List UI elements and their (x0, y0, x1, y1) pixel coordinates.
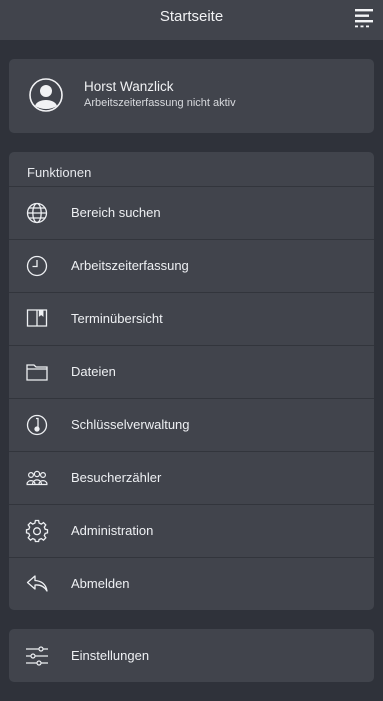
menu-item-dateien[interactable]: Dateien (9, 345, 374, 398)
user-avatar-icon (29, 78, 63, 112)
menu-item-label: Besucherzähler (71, 470, 162, 485)
menu-item-bereich-suchen[interactable]: Bereich suchen (9, 186, 374, 239)
clock-icon (25, 254, 49, 278)
tracking-status: Arbeitszeiterfassung nicht aktiv (84, 97, 236, 109)
folder-icon (25, 360, 49, 384)
menu-item-arbeitszeiterfassung[interactable]: Arbeitszeiterfassung (9, 239, 374, 292)
gear-icon (25, 519, 49, 543)
user-name: Horst Wanzlick (84, 79, 174, 94)
menu-item-administration[interactable]: Administration (9, 504, 374, 557)
menu-item-terminuebersicht[interactable]: Terminübersicht (9, 292, 374, 345)
menu-item-label: Administration (71, 523, 154, 538)
reply-arrow-icon (25, 572, 49, 596)
menu-item-label: Schlüsselverwaltung (71, 417, 190, 432)
sliders-icon (25, 644, 49, 668)
functions-header: Funktionen (27, 165, 92, 180)
profile-card[interactable]: Horst Wanzlick Arbeitszeiterfassung nich… (9, 59, 374, 133)
menu-item-label: Dateien (71, 364, 116, 379)
menu-item-label: Terminübersicht (71, 311, 163, 326)
menu-item-besucherzaehler[interactable]: Besucherzähler (9, 451, 374, 504)
globe-icon (25, 201, 49, 225)
page-title: Startseite (159, 8, 224, 25)
menu-item-label: Abmelden (71, 576, 130, 591)
menu-item-label: Arbeitszeiterfassung (71, 258, 189, 273)
top-bar: Startseite (0, 0, 383, 40)
menu-item-abmelden[interactable]: Abmelden (9, 557, 374, 610)
menu-button[interactable] (353, 7, 375, 29)
functions-card: Funktionen Bereich suchen Arbeitszeiterf… (9, 152, 374, 610)
hamburger-menu-icon (355, 9, 373, 28)
menu-item-label: Bereich suchen (71, 205, 161, 220)
people-icon (25, 466, 49, 490)
key-icon (25, 413, 49, 437)
settings-label: Einstellungen (71, 648, 150, 663)
book-icon (25, 307, 49, 331)
settings-card[interactable]: Einstellungen (9, 629, 374, 682)
menu-item-schluesselverwaltung[interactable]: Schlüsselverwaltung (9, 398, 374, 451)
